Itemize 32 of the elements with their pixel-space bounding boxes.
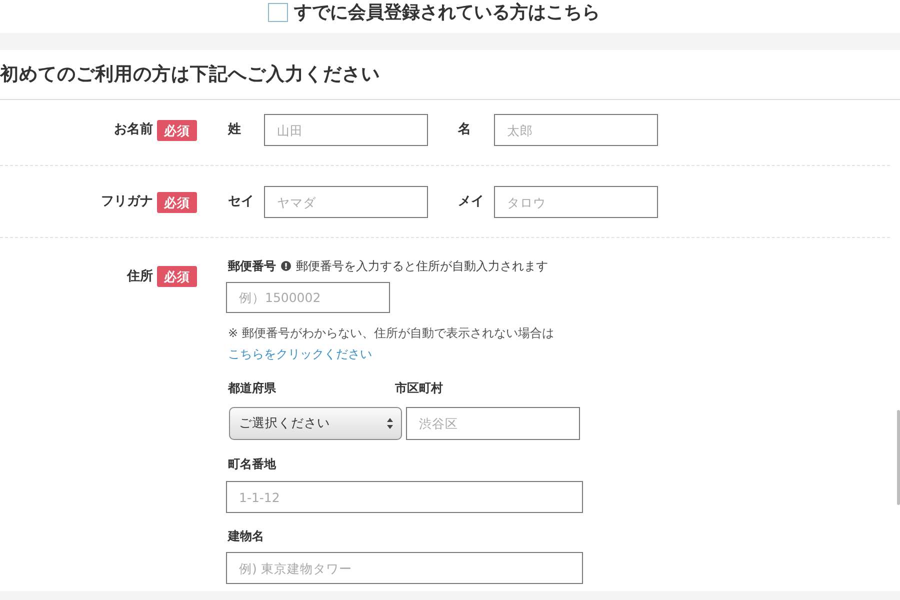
field-label: セイ	[228, 194, 255, 210]
field-label: 名	[458, 122, 472, 138]
info-icon	[281, 261, 291, 271]
checkbox-label[interactable]: すでに会員登録されている方はこちら	[294, 2, 600, 24]
scrollbar-thumb[interactable]	[897, 410, 900, 505]
field-label: 建物名	[228, 528, 264, 545]
hint-text: 郵便番号を入力すると住所が自動入力されます	[296, 258, 548, 274]
row-label: フリガナ	[101, 194, 153, 210]
help-note: ※ 郵便番号がわからない、住所が自動で表示されない場合は こちらをクリックください	[228, 325, 555, 363]
input-field[interactable]: ヤマダ	[264, 186, 428, 218]
input-field[interactable]: 例）1500002	[226, 282, 390, 313]
checkbox[interactable]	[268, 3, 288, 22]
required-badge: 必須	[157, 266, 197, 287]
row-label: 住所	[127, 268, 153, 284]
input-field[interactable]: タロウ	[494, 186, 658, 218]
input-field[interactable]: 例) 東京建物タワー	[226, 552, 583, 584]
required-badge: 必須	[157, 192, 197, 212]
field-label: 町名番地	[228, 456, 276, 473]
dropdown-select[interactable]: ご選択ください	[229, 407, 402, 440]
caret-icon	[387, 418, 393, 429]
input-field[interactable]: 渋谷区	[406, 407, 580, 440]
click-here-link[interactable]: こちらをクリックください	[228, 347, 372, 361]
field-label: メイ	[458, 194, 485, 210]
input-field[interactable]: 山田	[264, 114, 428, 146]
input-field[interactable]: 太郎	[494, 114, 658, 146]
field-label: 都道府県	[228, 380, 277, 397]
required-badge: 必須	[157, 120, 197, 140]
field-label: 市区町村	[395, 380, 443, 397]
field-label: 姓	[228, 122, 242, 138]
row-label: お名前	[114, 122, 153, 138]
field-label: 郵便番号	[228, 258, 276, 274]
input-field[interactable]: 1-1-12	[226, 481, 583, 513]
